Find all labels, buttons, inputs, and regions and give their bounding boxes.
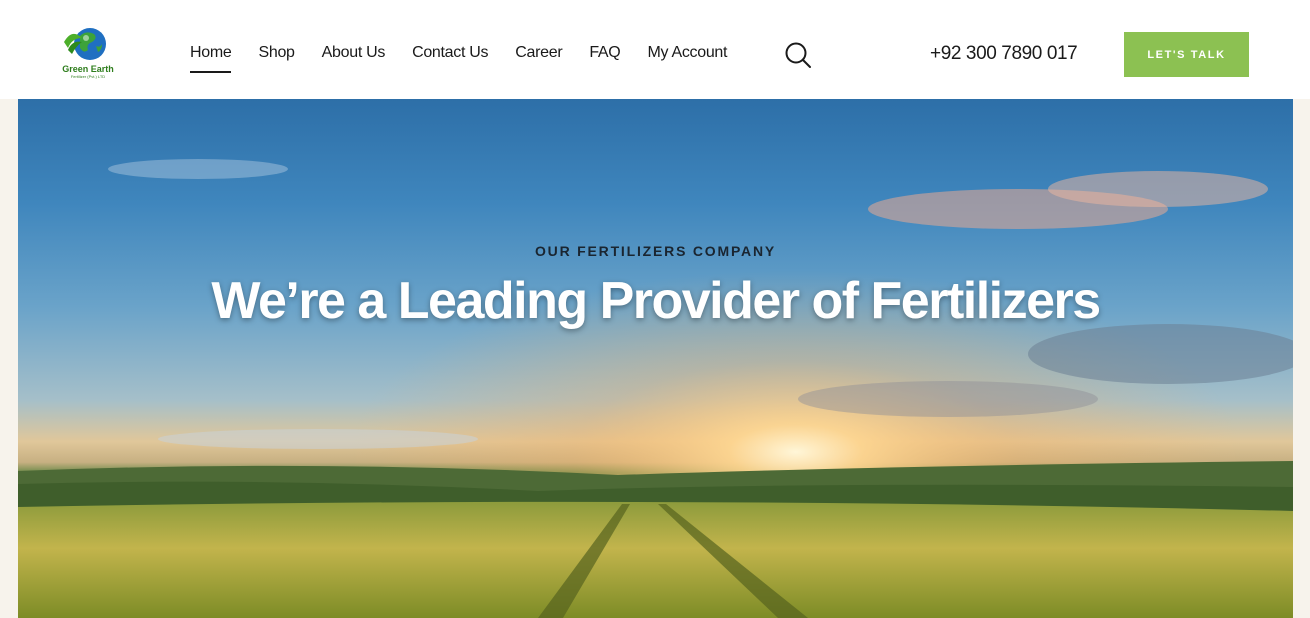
logo-subtitle: Fertilizer (Pvt.) LTD [70,74,106,79]
wheat-field-sunset-image [18,99,1293,618]
search-icon[interactable] [784,41,812,69]
nav-item-about-us[interactable]: About Us [322,44,386,66]
phone-number-link[interactable]: +92 300 7890 017 [930,43,1078,65]
lets-talk-button[interactable]: LET'S TALK [1124,32,1249,77]
nav-item-faq[interactable]: FAQ [589,44,620,66]
nav-item-my-account[interactable]: My Account [647,44,727,66]
company-logo[interactable]: Green Earth Fertilizer (Pvt.) LTD [58,24,118,82]
hero-headline: We’re a Leading Provider of Fertilizers [211,272,1101,330]
main-nav: Home Shop About Us Contact Us Career FAQ… [190,44,754,73]
site-header: Green Earth Fertilizer (Pvt.) LTD Home S… [0,0,1310,99]
nav-item-career[interactable]: Career [515,44,562,66]
nav-item-contact-us[interactable]: Contact Us [412,44,488,66]
hero-eyebrow: OUR FERTILIZERS COMPANY [534,243,777,259]
nav-item-shop[interactable]: Shop [258,44,294,66]
nav-item-home[interactable]: Home [190,44,232,73]
logo-name: Green Earth [62,64,114,74]
hero-banner: OUR FERTILIZERS COMPANY We’re a Leading … [18,99,1293,618]
globe-logo-icon [64,28,106,60]
